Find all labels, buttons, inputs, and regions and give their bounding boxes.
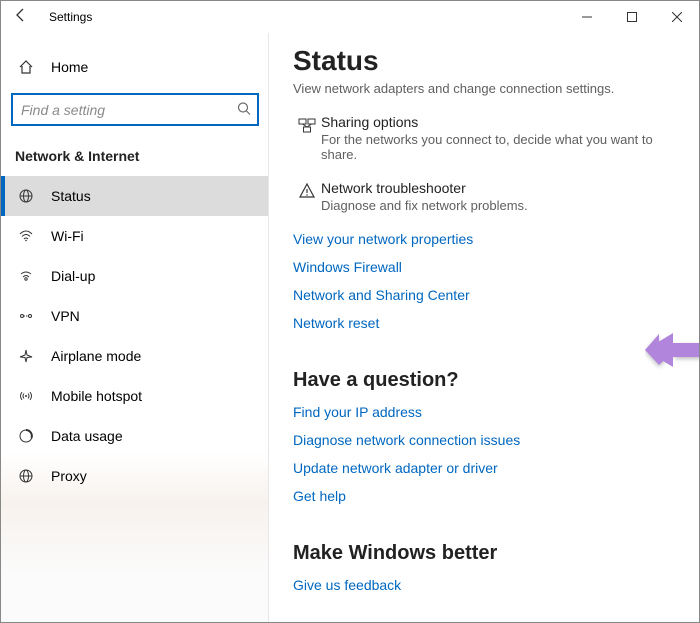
sidebar-item-label: Airplane mode: [51, 348, 141, 364]
sidebar-section-header: Network & Internet: [1, 134, 269, 176]
window-title: Settings: [49, 10, 92, 24]
sharing-options[interactable]: Sharing options For the networks you con…: [293, 114, 679, 162]
link-get-help[interactable]: Get help: [293, 488, 679, 504]
item-desc: Diagnose and fix network problems.: [321, 198, 679, 213]
maximize-button[interactable]: [609, 1, 654, 33]
sidebar-item-label: Status: [51, 188, 91, 204]
page-title: Status: [293, 45, 679, 77]
dialup-icon: [15, 268, 37, 284]
item-title: Network troubleshooter: [321, 180, 679, 196]
data-usage-icon: [15, 428, 37, 444]
sidebar-item-datausage[interactable]: Data usage: [1, 416, 269, 456]
home-nav[interactable]: Home: [1, 49, 269, 85]
sidebar-item-label: Data usage: [51, 428, 123, 444]
better-header: Make Windows better: [293, 542, 679, 565]
link-view-properties[interactable]: View your network properties: [293, 231, 679, 247]
titlebar: Settings: [1, 1, 699, 33]
airplane-icon: [15, 348, 37, 364]
minimize-button[interactable]: [564, 1, 609, 33]
sidebar-item-label: Dial-up: [51, 268, 95, 284]
status-icon: [15, 188, 37, 204]
wifi-icon: [15, 228, 37, 244]
proxy-icon: [15, 468, 37, 484]
sidebar-item-label: VPN: [51, 308, 80, 324]
sidebar-item-hotspot[interactable]: Mobile hotspot: [1, 376, 269, 416]
home-label: Home: [51, 59, 88, 75]
annotation-arrow: [645, 325, 699, 375]
faded-intro: View network adapters and change connect…: [293, 81, 679, 96]
sidebar-item-proxy[interactable]: Proxy: [1, 456, 269, 496]
network-troubleshooter[interactable]: Network troubleshooter Diagnose and fix …: [293, 180, 679, 213]
link-find-ip[interactable]: Find your IP address: [293, 404, 679, 420]
item-desc: For the networks you connect to, decide …: [321, 132, 679, 162]
home-icon: [15, 59, 37, 75]
question-header: Have a question?: [293, 369, 679, 392]
sidebar-item-dialup[interactable]: Dial-up: [1, 256, 269, 296]
sidebar-item-wifi[interactable]: Wi-Fi: [1, 216, 269, 256]
search-input[interactable]: [11, 93, 259, 126]
link-update-adapter[interactable]: Update network adapter or driver: [293, 460, 679, 476]
sidebar-item-vpn[interactable]: VPN: [1, 296, 269, 336]
close-button[interactable]: [654, 1, 699, 33]
vpn-icon: [15, 308, 37, 324]
sidebar-item-label: Wi-Fi: [51, 228, 84, 244]
hotspot-icon: [15, 388, 37, 404]
content-panel: Status View network adapters and change …: [269, 33, 699, 622]
link-windows-firewall[interactable]: Windows Firewall: [293, 259, 679, 275]
sidebar: Home Network & Internet Status Wi-Fi: [1, 33, 269, 622]
link-diagnose[interactable]: Diagnose network connection issues: [293, 432, 679, 448]
sharing-icon: [293, 114, 321, 134]
sidebar-item-status[interactable]: Status: [1, 176, 269, 216]
search-icon: [237, 101, 251, 118]
back-button[interactable]: [1, 7, 41, 28]
sidebar-item-airplane[interactable]: Airplane mode: [1, 336, 269, 376]
sidebar-item-label: Proxy: [51, 468, 87, 484]
link-network-reset[interactable]: Network reset: [293, 315, 679, 331]
link-network-sharing[interactable]: Network and Sharing Center: [293, 287, 679, 303]
troubleshooter-icon: [293, 180, 321, 200]
link-feedback[interactable]: Give us feedback: [293, 577, 679, 593]
sidebar-item-label: Mobile hotspot: [51, 388, 142, 404]
item-title: Sharing options: [321, 114, 679, 130]
